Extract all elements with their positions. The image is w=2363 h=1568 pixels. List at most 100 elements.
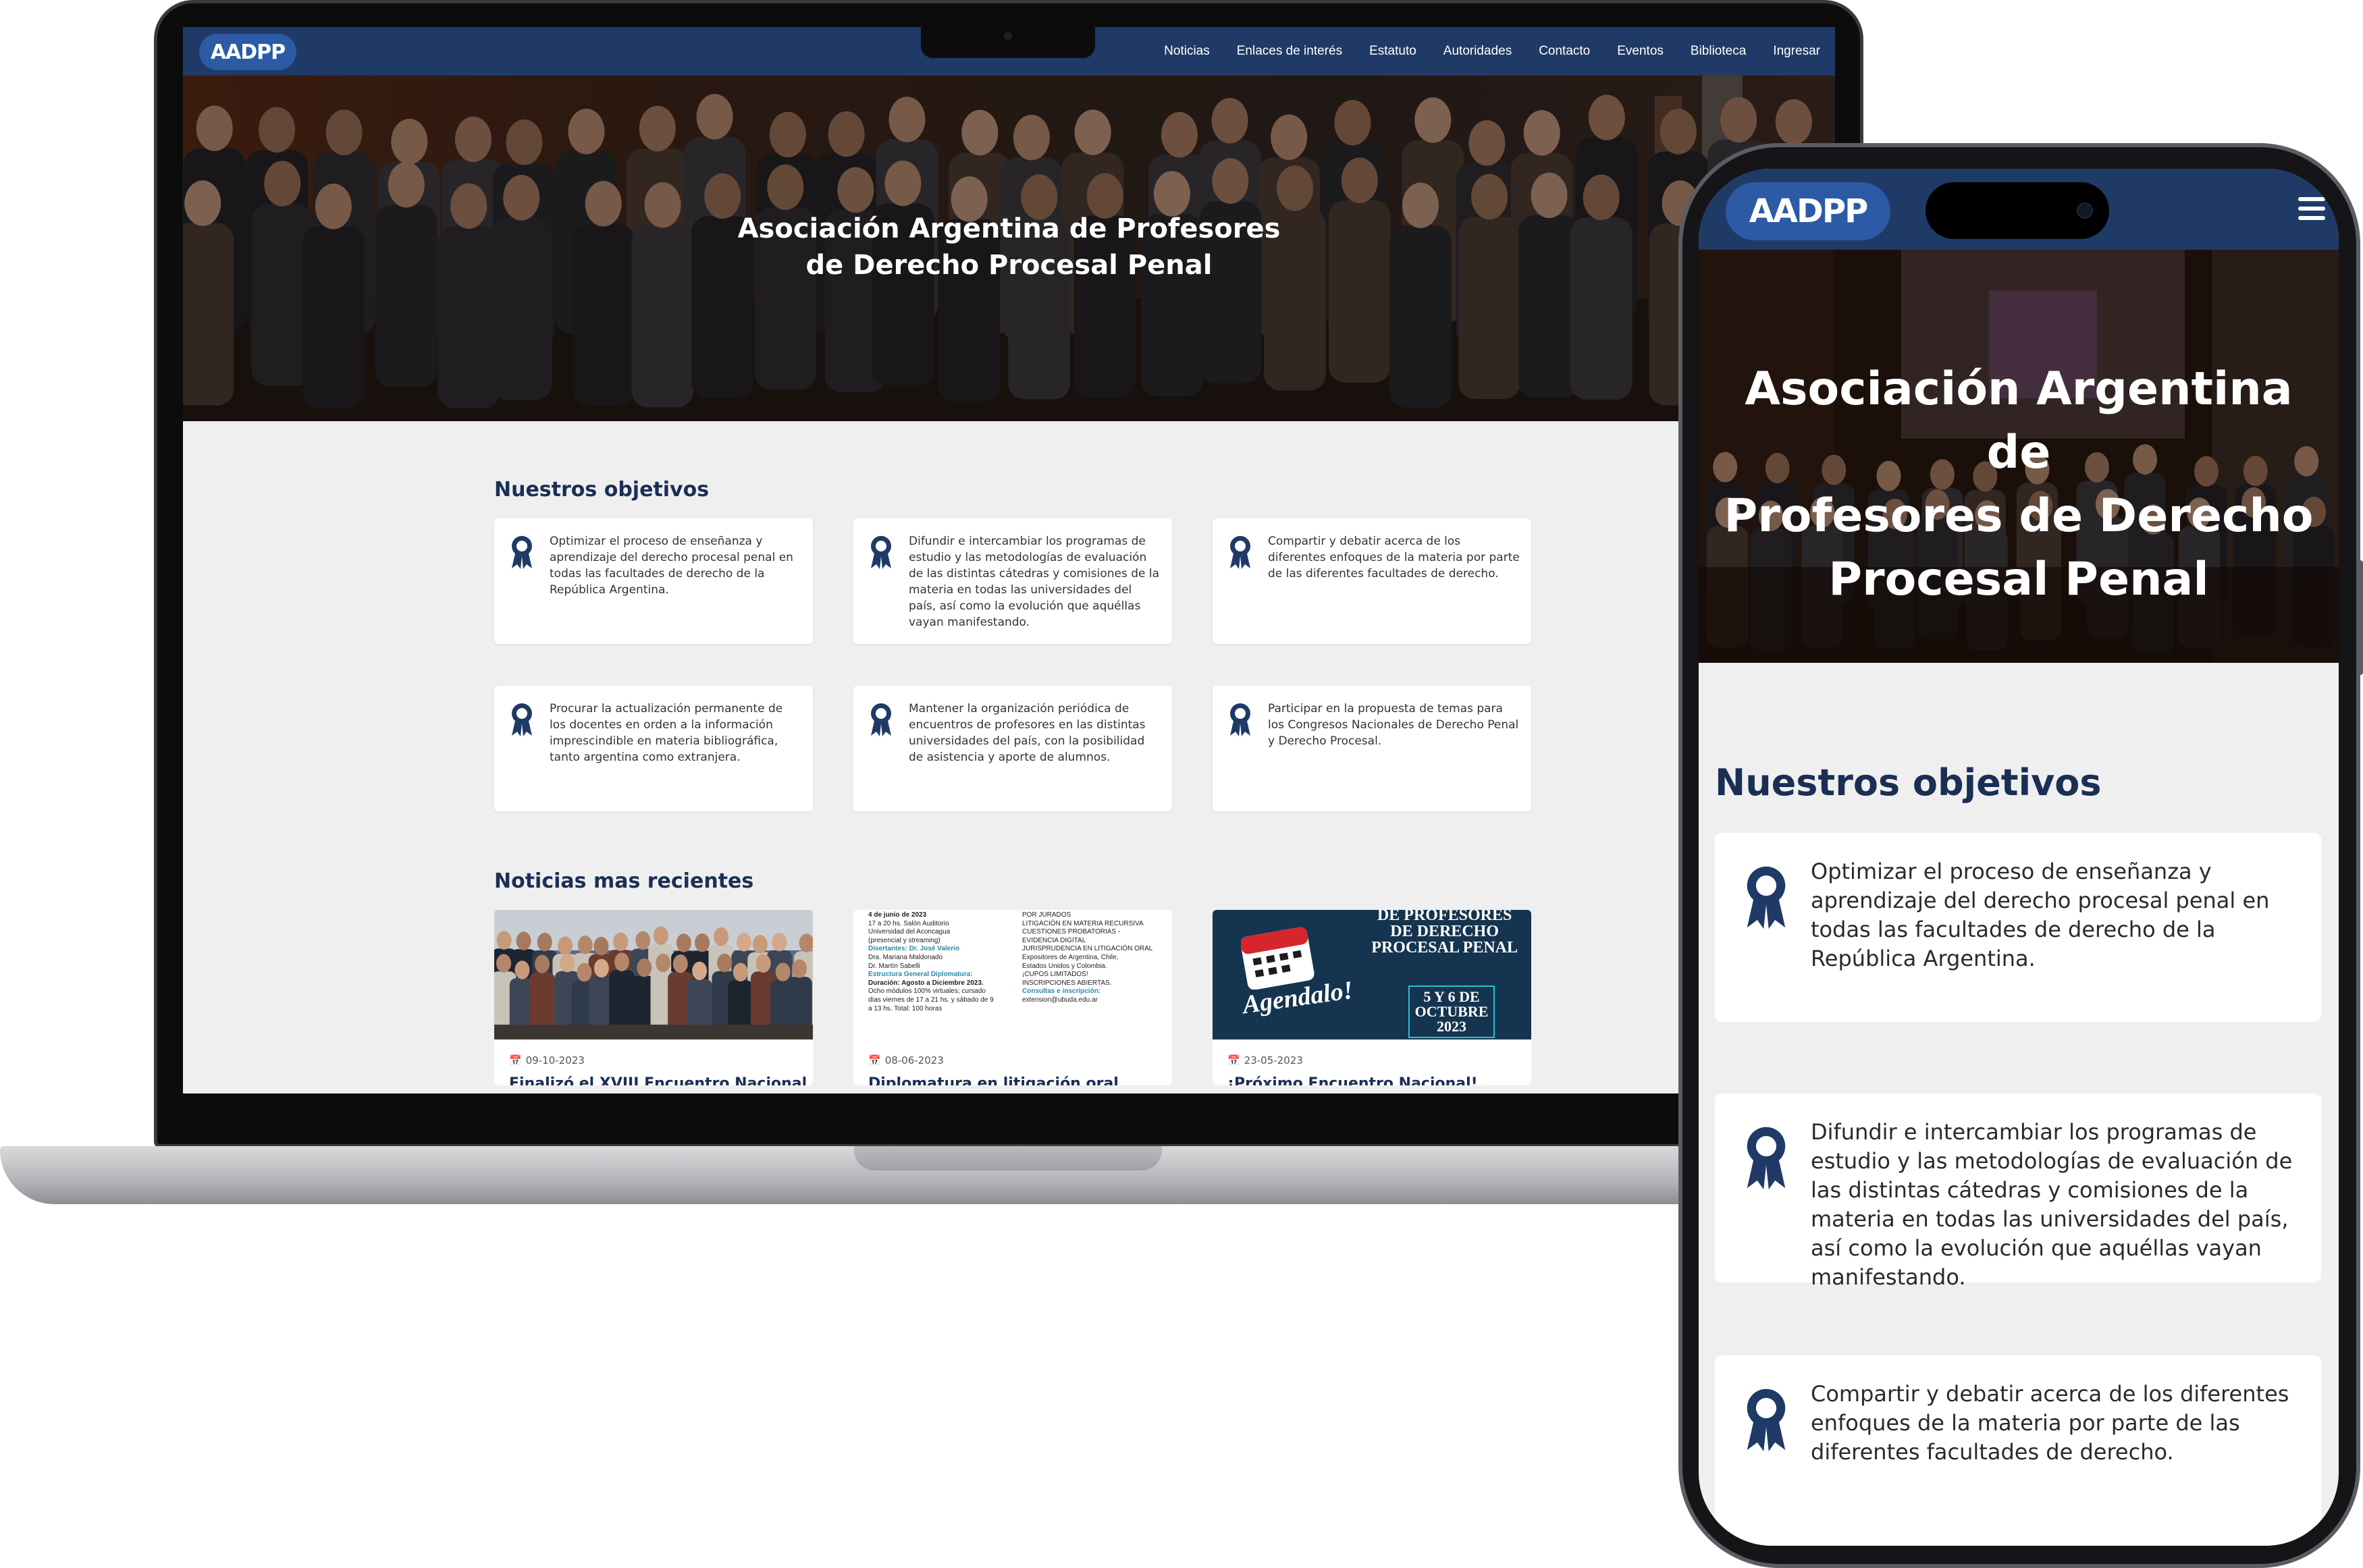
objective-text: Mantener la organización periódica de en… [909, 702, 1146, 764]
flyer-line: 17 a 20 hs. Salón Auditorio [868, 919, 949, 927]
site-logo[interactable]: AADPP [1726, 182, 1890, 240]
objective-text: Optimizar el proceso de enseñanza y apre… [550, 535, 793, 597]
news-date: 📅 08-06-2023 [868, 1054, 944, 1066]
nav-item-noticias[interactable]: Noticias [1164, 44, 1210, 59]
flyer-line: Expositores de Argentina, Chile, [1022, 953, 1119, 961]
news-title[interactable]: ¡Próximo Encuentro Nacional! [1227, 1075, 1478, 1085]
news-card[interactable]: DE PROFESORES DE DERECHO PROCESAL PENAL … [1213, 910, 1531, 1085]
objective-text: Optimizar el proceso de enseñanza y apre… [1811, 859, 2270, 971]
flyer-line: ¡CUPOS LIMITADOS! [1022, 971, 1088, 979]
photo-figure-head [593, 936, 609, 956]
objective-card: Mantener la organización periódica de en… [853, 686, 1172, 811]
nav-menu: Noticias Enlaces de interés Estatuto Aut… [1164, 27, 1820, 76]
calendar-icon [1241, 927, 1315, 990]
award-ribbon-icon [512, 703, 532, 736]
news-heading: Noticias mas recientes [494, 869, 754, 893]
objective-card: Difundir e intercambiar los programas de… [853, 518, 1172, 644]
news-card[interactable]: 4 de junio de 2023 17 a 20 hs. Salón Aud… [853, 910, 1172, 1085]
photo-figure-head [514, 961, 530, 979]
objective-card: Participar en la propuesta de temas para… [1213, 686, 1531, 811]
flyer-line: Duración: Agosto a Diciembre 2023. [868, 979, 984, 987]
award-ribbon-icon [512, 536, 532, 569]
flyer-line: POR JURADOS [1022, 911, 1071, 919]
flyer-line: Ocho módulos 100% virtuales; cursado [868, 988, 986, 996]
photo-figure-head [653, 926, 668, 945]
laptop-bezel-bottom [183, 1093, 1835, 1141]
news-card[interactable]: 📅 09-10-2023 Finalizó el XVIII Encuentro … [494, 910, 813, 1085]
hero-title-line2: Profesores de Derecho [1724, 489, 2314, 543]
photo-figure-head [537, 932, 552, 952]
flyer-right-column: POR JURADOS LITIGACIÓN EN MATERIA RECURS… [1022, 911, 1167, 1005]
news-flyer: 4 de junio de 2023 17 a 20 hs. Salón Aud… [853, 910, 1172, 1039]
flyer-line: INSCRIPCIONES ABIERTAS. [1022, 979, 1112, 987]
objectives-heading: Nuestros objetivos [494, 478, 710, 502]
flyer-line: a 13 hs. Total: 100 horas [868, 1004, 942, 1012]
laptop-camera-notch [921, 26, 1095, 58]
event-banner-line: DE DERECHO [1390, 923, 1499, 940]
objective-text: Difundir e intercambiar los programas de… [1811, 1119, 2293, 1290]
photo-figure-head [772, 932, 787, 952]
objective-card: Procurar la actualización permanente de … [494, 686, 813, 811]
photo-figure-head [577, 936, 593, 954]
flyer-line: EVIDENCIA DIGITAL [1022, 936, 1086, 944]
objective-text: Participar en la propuesta de temas para… [1268, 702, 1519, 748]
photo-figure-head [593, 958, 609, 978]
photo-figure-head [637, 958, 652, 977]
phone-dynamic-island [1926, 182, 2109, 239]
news-photo [494, 910, 813, 1039]
hero-banner: Asociación Argentina de Profesores de De… [183, 76, 1835, 421]
hero-title: Asociación Argentina de Profesores de De… [183, 211, 1835, 283]
mobile-hero-banner: Asociación Argentina de Profesores de De… [1699, 250, 2339, 663]
flyer-line: Universidad del Aconcagua [868, 928, 951, 936]
photo-figure-head [775, 963, 791, 981]
hero-title-line1: Asociación Argentina de Profesores [737, 213, 1281, 244]
news-date-text: 23-05-2023 [1244, 1054, 1303, 1066]
nav-item-autoridades[interactable]: Autoridades [1443, 44, 1512, 59]
news-date: 📅 09-10-2023 [509, 1054, 585, 1066]
objective-text: Compartir y debatir acerca de los difere… [1811, 1381, 2289, 1465]
photo-figure-head [714, 927, 729, 946]
photo-figure-head [635, 931, 651, 950]
hamburger-menu-icon[interactable] [2298, 197, 2325, 221]
photo-figure-head [752, 934, 768, 954]
hero-title-line2: de Derecho Procesal Penal [805, 250, 1213, 281]
event-banner-line: 2023 [1437, 1018, 1466, 1035]
objective-card: Compartir y debatir acerca de los difere… [1715, 1355, 2321, 1546]
news-title[interactable]: Diplomatura en litigación oral [868, 1075, 1119, 1085]
objective-card: Compartir y debatir acerca de los difere… [1213, 518, 1531, 644]
photo-figure-head [496, 931, 512, 950]
news-event-banner: DE PROFESORES DE DERECHO PROCESAL PENAL … [1213, 910, 1531, 1039]
award-ribbon-icon [1230, 703, 1250, 736]
news-title[interactable]: Finalizó el XVIII Encuentro Nacional [509, 1075, 807, 1085]
photo-figure-head [717, 953, 733, 973]
objective-card: Optimizar el proceso de enseñanza y apre… [494, 518, 813, 644]
photo-figure-head [656, 953, 671, 973]
photo-figure-head [695, 933, 710, 952]
flyer-line: extension@ubuda.edu.ar [1022, 996, 1098, 1004]
flyer-line: LITIGACIÓN EN MATERIA RECURSIVA [1022, 919, 1144, 927]
flyer-line: JURISPRUDENCIA EN LITIGACIÓN ORAL [1022, 945, 1153, 953]
objectives-heading: Nuestros objetivos [1715, 761, 2102, 804]
flyer-line: Disertantes: Dr. José Valerio [868, 945, 960, 953]
nav-item-estatuto[interactable]: Estatuto [1369, 44, 1416, 59]
flyer-line: CUESTIONES PROBATORIAS - [1022, 928, 1121, 936]
flyer-left-column: 4 de junio de 2023 17 a 20 hs. Salón Aud… [868, 911, 1017, 1013]
photo-figure-head [535, 954, 550, 974]
flyer-line: Dra. Mariana Maldonado [868, 953, 943, 961]
photo-figure-head [613, 932, 629, 951]
hero-title-line1: Asociación Argentina de [1745, 362, 2293, 479]
nav-item-enlaces[interactable]: Enlaces de interés [1237, 44, 1342, 59]
objective-card: Optimizar el proceso de enseñanza y apre… [1715, 833, 2321, 1022]
photo-figure-head [558, 936, 573, 955]
nav-item-ingresar[interactable]: Ingresar [1773, 44, 1820, 59]
nav-item-biblioteca[interactable]: Biblioteca [1691, 44, 1746, 59]
flyer-line: Consultas e inscripción: [1022, 988, 1101, 996]
event-banner-title: DE PROFESORES DE DERECHO PROCESAL PENAL [1371, 910, 1518, 956]
nav-item-eventos[interactable]: Eventos [1617, 44, 1664, 59]
calendar-icon: 📅 [1227, 1054, 1240, 1066]
site-logo[interactable]: AADPP [199, 34, 296, 70]
award-ribbon-icon [1747, 1127, 1786, 1190]
phone-side-button [2358, 560, 2363, 675]
event-banner-line: OCTUBRE [1414, 1003, 1489, 1020]
nav-item-contacto[interactable]: Contacto [1539, 44, 1590, 59]
